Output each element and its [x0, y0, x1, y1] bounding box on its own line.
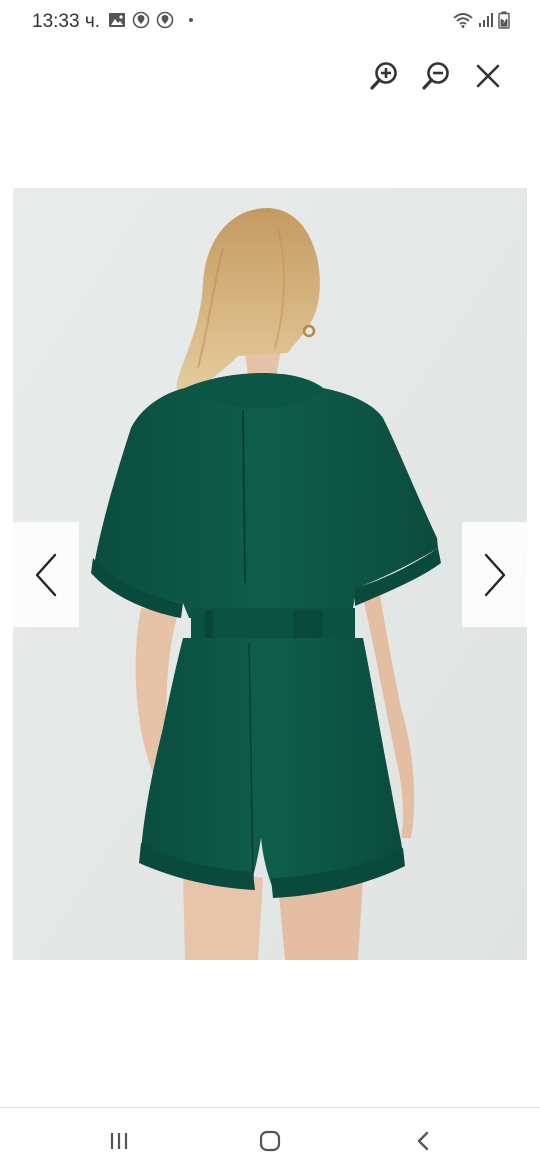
- home-button[interactable]: [255, 1126, 285, 1156]
- back-icon: [417, 1131, 429, 1151]
- zoom-out-icon: [422, 62, 449, 90]
- status-icons-right: [452, 11, 510, 29]
- chevron-left-icon: [35, 553, 57, 596]
- system-navigation-bar: [0, 1107, 540, 1171]
- viewer-toolbar: [0, 56, 540, 100]
- next-image-button[interactable]: [462, 522, 528, 627]
- back-button[interactable]: [408, 1126, 438, 1156]
- chevron-right-icon: [484, 553, 506, 596]
- zoom-in-button[interactable]: [364, 56, 404, 96]
- status-time: 13:33 ч.: [32, 11, 101, 32]
- close-button[interactable]: [468, 56, 508, 96]
- signal-icon: [479, 13, 493, 27]
- battery-icon: [498, 11, 510, 29]
- product-photo-illustration: [13, 188, 527, 960]
- close-icon: [476, 64, 500, 88]
- product-photo[interactable]: [13, 188, 527, 960]
- status-bar: 13:33 ч.: [0, 0, 540, 44]
- location-pin-icon: [156, 11, 174, 29]
- zoom-in-icon: [370, 62, 397, 90]
- recents-icon: [110, 1133, 128, 1149]
- recents-button[interactable]: [104, 1126, 134, 1156]
- status-icons-left: [108, 11, 198, 29]
- previous-image-button[interactable]: [13, 522, 79, 627]
- dot-icon: [189, 18, 193, 22]
- gallery-icon: [109, 13, 125, 27]
- zoom-out-button[interactable]: [416, 56, 456, 96]
- location-pin-icon: [132, 11, 150, 29]
- wifi-icon: [453, 13, 473, 28]
- home-icon: [259, 1130, 281, 1152]
